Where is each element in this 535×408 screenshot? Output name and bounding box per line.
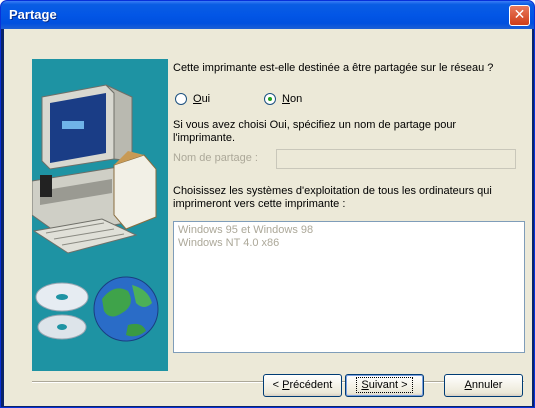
radio-non-indicator[interactable] xyxy=(264,93,276,105)
close-button[interactable]: ✕ xyxy=(509,5,530,26)
cancel-button[interactable]: Annuler xyxy=(444,374,523,397)
radio-oui[interactable]: Oui xyxy=(175,93,210,105)
share-name-input[interactable] xyxy=(276,149,516,169)
title-bar[interactable]: Partage ✕ xyxy=(1,1,534,29)
share-question: Cette imprimante est-elle destinée a êtr… xyxy=(173,62,494,74)
next-button[interactable]: Suivant > xyxy=(345,374,424,397)
window-title: Partage xyxy=(9,7,57,22)
previous-button[interactable]: < Précédent xyxy=(263,374,342,397)
share-name-label: Nom de partage : xyxy=(173,152,258,164)
cd-icon xyxy=(35,282,89,340)
dialog-body: Cette imprimante est-elle destinée a êtr… xyxy=(4,29,532,406)
radio-non-label: Non xyxy=(282,93,303,105)
radio-non[interactable]: Non xyxy=(264,93,302,105)
list-item[interactable]: Windows NT 4.0 x86 xyxy=(178,237,520,250)
os-listbox[interactable]: Windows 95 et Windows 98 Windows NT 4.0 … xyxy=(173,221,525,353)
radio-oui-label: Oui xyxy=(193,93,211,105)
close-icon: ✕ xyxy=(513,7,526,23)
radio-oui-indicator[interactable] xyxy=(175,93,187,105)
os-selection-hint: Choisissez les systèmes d'exploitation d… xyxy=(173,185,492,210)
dialog-window: Partage ✕ Cette imprimante est-elle dest… xyxy=(0,0,535,408)
share-name-hint: Si vous avez choisi Oui, spécifiez un no… xyxy=(173,119,457,144)
list-item[interactable]: Windows 95 et Windows 98 xyxy=(178,224,520,237)
globe-icon xyxy=(93,276,159,342)
wizard-illustration xyxy=(32,59,168,371)
computer-illustration xyxy=(32,84,159,342)
